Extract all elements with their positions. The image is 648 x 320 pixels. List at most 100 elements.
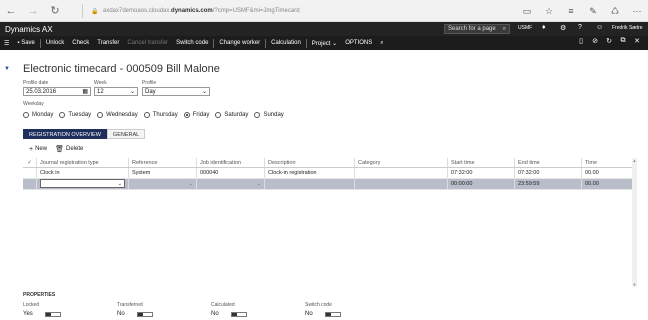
lock-icon: 🔒 bbox=[91, 8, 99, 15]
calculated-toggle[interactable] bbox=[230, 311, 247, 317]
attach-icon[interactable]: ⊘ bbox=[588, 37, 602, 45]
hamburger-icon[interactable]: ☰ bbox=[0, 40, 13, 47]
gear-icon[interactable]: ⚙ bbox=[560, 24, 566, 32]
journal-type-input[interactable]: ⌄ bbox=[37, 179, 129, 189]
table-cell[interactable]: 00:00:00 bbox=[448, 179, 515, 189]
back-icon[interactable]: ← bbox=[0, 0, 22, 22]
property-label: Transferred bbox=[117, 302, 143, 308]
calculation-button[interactable]: Calculation bbox=[267, 40, 305, 46]
table-cell[interactable] bbox=[355, 179, 448, 189]
table-cell[interactable] bbox=[265, 179, 355, 189]
table-cell[interactable]: Clock-in registration bbox=[265, 168, 355, 178]
search-icon[interactable]: ⌕ bbox=[503, 26, 506, 33]
switch-code-toggle[interactable] bbox=[324, 311, 341, 317]
calendar-icon[interactable]: ▦ bbox=[82, 88, 88, 95]
office-icon[interactable]: ▯ bbox=[574, 37, 588, 45]
table-cell[interactable]: Clock in bbox=[37, 168, 129, 178]
options-tab[interactable]: OPTIONS bbox=[341, 40, 376, 46]
web-note-icon[interactable]: ✎ bbox=[582, 6, 604, 17]
grid-header: ✓ Journal registration type Reference Jo… bbox=[23, 158, 632, 168]
change-worker-button[interactable]: Change worker bbox=[215, 40, 264, 46]
table-cell[interactable]: System bbox=[129, 168, 197, 178]
app-title[interactable]: Dynamics AX bbox=[0, 25, 53, 34]
switch-code-button[interactable]: Switch code bbox=[172, 40, 212, 46]
close-icon[interactable]: ✕ bbox=[630, 37, 644, 45]
filter-icon[interactable]: ▼ bbox=[4, 66, 10, 72]
tab-registration-overview[interactable]: REGISTRATION OVERVIEW bbox=[23, 129, 107, 139]
week-select[interactable]: 12 ⌄ bbox=[94, 87, 138, 96]
weekday-radio-tuesday[interactable]: Tuesday bbox=[59, 112, 91, 118]
weekday-radio-monday[interactable]: Monday bbox=[23, 112, 53, 118]
popout-icon[interactable]: ⧉ bbox=[616, 37, 630, 45]
transfer-button[interactable]: Transfer bbox=[93, 40, 123, 46]
profile-select[interactable]: Day ⌄ bbox=[142, 87, 210, 96]
smiley-icon[interactable]: ☺ bbox=[596, 24, 603, 31]
check-button[interactable]: Check bbox=[68, 40, 93, 46]
table-cell[interactable]: 23:59:59 bbox=[515, 179, 582, 189]
company-picker[interactable]: USMF bbox=[518, 25, 532, 31]
page-search-input[interactable]: Search for a page ⌕ bbox=[444, 24, 510, 34]
chevron-down-icon[interactable]: ⌄ bbox=[118, 179, 122, 189]
more-icon[interactable]: ⋯ bbox=[626, 6, 648, 17]
favorite-star-icon[interactable]: ☆ bbox=[538, 6, 560, 17]
column-header[interactable]: Category bbox=[355, 158, 448, 167]
refresh-icon[interactable]: ↻ bbox=[44, 0, 66, 22]
tab-strip: REGISTRATION OVERVIEW GENERAL bbox=[23, 129, 146, 139]
unlock-button[interactable]: Unlock bbox=[42, 40, 68, 46]
reading-view-icon[interactable]: ▭ bbox=[516, 6, 538, 17]
column-header[interactable]: Time bbox=[582, 158, 632, 167]
weekday-radio-wednesday[interactable]: Wednesday bbox=[97, 112, 138, 118]
chevron-down-icon[interactable]: ⌄ bbox=[189, 179, 193, 189]
column-header[interactable]: Reference bbox=[129, 158, 197, 167]
table-row[interactable]: ⌄ ⌄ ⌄ 00:00:00 23:59:59 00.00 bbox=[23, 179, 632, 190]
action-search-icon[interactable]: ⌕ bbox=[376, 40, 387, 47]
address-bar[interactable]: 🔒 axdax7demoaos.cloudax. dynamics.com/?cm… bbox=[82, 4, 550, 18]
table-row[interactable]: Clock in System 000040 Clock-in registra… bbox=[23, 168, 632, 179]
table-cell[interactable]: 000040 bbox=[197, 168, 265, 178]
column-header[interactable]: Job identification bbox=[197, 158, 265, 167]
forward-icon[interactable]: → bbox=[22, 0, 44, 22]
scroll-up-icon[interactable]: ▲ bbox=[632, 158, 637, 163]
table-cell[interactable]: 07:32:00 bbox=[448, 168, 515, 178]
bell-icon[interactable]: ♦ bbox=[542, 24, 546, 31]
refresh-page-icon[interactable]: ↻ bbox=[602, 37, 616, 45]
row-selector[interactable] bbox=[23, 168, 37, 178]
table-cell[interactable]: 00.00 bbox=[582, 168, 632, 178]
table-cell[interactable]: ⌄ bbox=[129, 179, 197, 189]
url-prefix: axdax7demoaos.cloudax. bbox=[103, 8, 172, 14]
row-selector[interactable] bbox=[23, 179, 37, 189]
share-icon[interactable]: ♺ bbox=[604, 6, 626, 17]
help-icon[interactable]: ? bbox=[578, 24, 582, 31]
weekday-radio-sunday[interactable]: Sunday bbox=[254, 112, 284, 118]
column-header[interactable]: Journal registration type bbox=[37, 158, 129, 167]
vertical-scrollbar[interactable]: ▲ ▼ bbox=[632, 158, 637, 287]
delete-button[interactable]: 🗑 Delete bbox=[55, 145, 83, 153]
hub-icon[interactable]: ≡ bbox=[560, 6, 582, 16]
page-title: Electronic timecard - 000509 Bill Malone bbox=[23, 63, 220, 75]
table-cell[interactable]: ⌄ bbox=[197, 179, 265, 189]
scroll-down-icon[interactable]: ▼ bbox=[632, 282, 637, 287]
select-all-checkbox[interactable]: ✓ bbox=[23, 158, 37, 167]
table-cell[interactable]: 00.00 bbox=[582, 179, 632, 189]
column-header[interactable]: End time bbox=[515, 158, 582, 167]
user-name[interactable]: Fredrik Sætre bbox=[612, 25, 643, 31]
weekday-radio-saturday[interactable]: Saturday bbox=[215, 112, 248, 118]
tab-general[interactable]: GENERAL bbox=[106, 129, 146, 139]
table-cell[interactable]: 07:32:00 bbox=[515, 168, 582, 178]
locked-toggle[interactable] bbox=[44, 311, 61, 317]
profile-date-input[interactable]: 25.03.2016 ▦ bbox=[23, 87, 91, 96]
weekday-radio-friday[interactable]: Friday bbox=[183, 112, 209, 118]
weekday-radio-thursday[interactable]: Thursday bbox=[143, 112, 178, 118]
transferred-toggle[interactable] bbox=[136, 311, 153, 317]
property-label: Locked bbox=[23, 302, 40, 308]
new-button[interactable]: + New bbox=[29, 145, 47, 153]
chevron-down-icon[interactable]: ⌄ bbox=[257, 179, 261, 189]
property-value: No bbox=[117, 311, 125, 317]
table-cell[interactable] bbox=[355, 168, 448, 178]
project-menu[interactable]: Project ⌄ bbox=[308, 40, 341, 47]
column-header[interactable]: Start time bbox=[448, 158, 515, 167]
cancel-transfer-button[interactable]: Cancel transfer bbox=[123, 40, 172, 46]
save-button[interactable]: ▪ Save bbox=[13, 40, 39, 46]
column-header[interactable]: Description bbox=[265, 158, 355, 167]
profile-label: Profile bbox=[142, 80, 157, 86]
